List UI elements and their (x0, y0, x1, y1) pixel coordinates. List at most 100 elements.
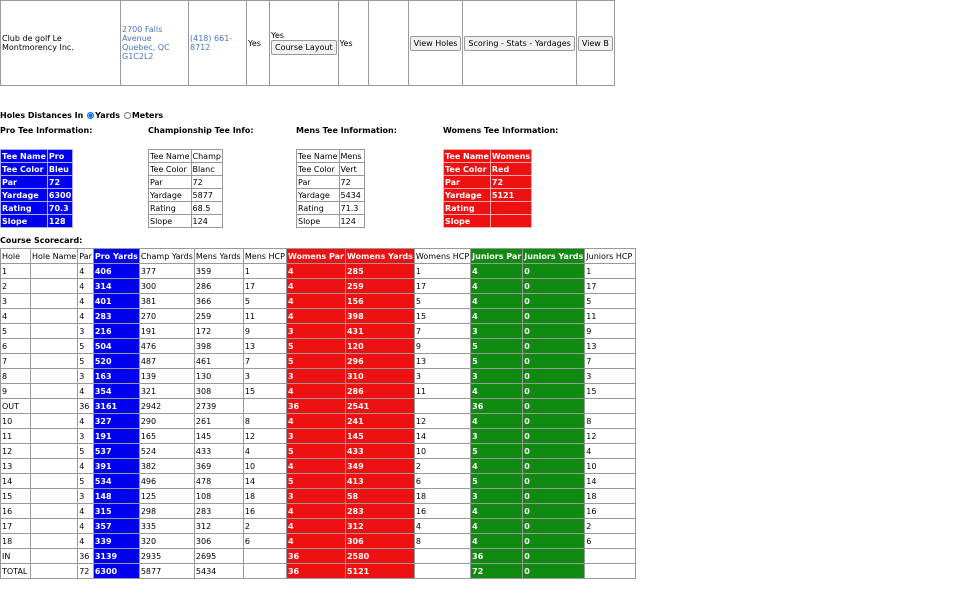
tee-row: Rating 70.3 (0, 201, 74, 215)
scorecard-cell: 2 (242, 518, 287, 534)
address-link[interactable]: 2700 Falls Avenue Quebec, QC G1C2L2 (122, 25, 170, 61)
scorecard-cell: 398 (344, 308, 415, 324)
scorecard-cell: 359 (193, 263, 244, 279)
scorecard-cell: 3 (77, 368, 94, 384)
tee-row: Par 72 (443, 175, 533, 189)
scorecard-cell: 36 (77, 548, 94, 564)
scorecard-cell: 14 (413, 428, 472, 444)
scorecard-cell: 36 (470, 548, 524, 564)
scorecard-header: Juniors Yards (522, 248, 586, 264)
scorecard-cell: 504 (92, 338, 140, 354)
scorecard-cell: 5 (77, 353, 94, 369)
scorecard-cell: 5 (470, 338, 524, 354)
yards-radio[interactable] (87, 112, 95, 119)
scorecard-cell (242, 563, 287, 579)
table-row: 3 4 401 381 366 5 4 156 5 4 0 5 (0, 293, 637, 309)
scorecard-cell: 312 (344, 518, 415, 534)
table-row: 7 5 520 487 461 7 5 296 13 5 0 7 (0, 353, 637, 369)
scorecard-cell: 0 (522, 413, 586, 429)
tee-field-label: Tee Color (443, 162, 491, 176)
scorecard-cell (29, 368, 79, 384)
scorecard-cell: 13 (413, 353, 472, 369)
scorecard-cell: 6 (584, 533, 637, 549)
scorecard-header: Hole Name (29, 248, 79, 264)
scorecard-cell: 478 (193, 473, 244, 489)
tee-field-label: Yardage (148, 188, 192, 202)
scorecard-cell: 125 (138, 488, 195, 504)
scorecard-cell: 4 (470, 518, 524, 534)
empty-cell (367, 0, 409, 86)
scorecard-cell: 431 (344, 323, 415, 339)
table-row: 11 3 191 165 145 12 3 145 14 3 0 12 (0, 428, 637, 444)
scorecard-cell (29, 458, 79, 474)
tee-field-value: 5434 (338, 188, 365, 202)
scorecard-cell (29, 413, 79, 429)
meters-radio[interactable] (123, 112, 131, 119)
scorecard-cell: 145 (193, 428, 244, 444)
scorecard-cell: 1 (413, 263, 472, 279)
scorecard-cell: 4 (285, 413, 346, 429)
tee-field-label: Tee Name (296, 149, 340, 163)
tee-field-label: Tee Color (296, 162, 340, 176)
scorecard-cell: 283 (344, 503, 415, 519)
scorecard-cell: 12 (0, 443, 31, 459)
tee-field-value: 124 (338, 214, 365, 228)
scorecard-cell: 0 (522, 428, 586, 444)
scorecard-cell: 3 (584, 368, 637, 384)
tee-field-label: Rating (296, 201, 340, 215)
scorecard-cell: 2942 (138, 398, 195, 414)
tee-row: Yardage 6300 (0, 188, 74, 202)
scorecard-cell: 286 (193, 278, 244, 294)
course-layout-button[interactable]: Course Layout (271, 40, 337, 55)
scorecard-cell: 14 (584, 473, 637, 489)
scorecard-cell: 308 (193, 383, 244, 399)
scorecard-cell: 5 (0, 323, 31, 339)
view-b-button[interactable]: View B (577, 35, 613, 51)
tee-field-value: Mens (338, 149, 365, 163)
scorecard-cell (29, 398, 79, 414)
scorecard-cell: 524 (138, 443, 195, 459)
tee-row: Tee Name Pro (0, 149, 74, 163)
scorecard-cell: 259 (344, 278, 415, 294)
scorecard-cell: 1 (0, 263, 31, 279)
scoring-cell: Scoring - Stats - Yardages (462, 0, 577, 86)
tee-field-label: Par (296, 175, 340, 189)
yes-cell-2: Yes (337, 0, 369, 86)
scorecard-cell: 0 (522, 383, 586, 399)
tee-row: Tee Name Mens (296, 149, 365, 163)
scorecard-cell: 72 (77, 563, 94, 579)
table-row: 10 4 327 290 261 8 4 241 12 4 0 8 (0, 413, 637, 429)
scorecard-cell: 0 (522, 308, 586, 324)
tee-row: Par 72 (296, 175, 365, 189)
scorecard-cell: 3 (285, 428, 346, 444)
scorecard-cell: 476 (138, 338, 195, 354)
view-holes-button[interactable]: View Holes (409, 35, 462, 51)
scoring-stats-yardages-button[interactable]: Scoring - Stats - Yardages (464, 35, 575, 51)
scorecard-cell: 11 (242, 308, 287, 324)
tee-row: Yardage 5121 (443, 188, 533, 202)
scorecard-cell: 382 (138, 458, 195, 474)
scorecard-cell: 5877 (138, 563, 195, 579)
table-row: OUT 36 3161 2942 2739 36 2541 36 0 (0, 398, 637, 414)
scorecard-cell: 5 (285, 443, 346, 459)
scorecard-header: Mens HCP (242, 248, 287, 264)
scorecard-cell: 0 (522, 518, 586, 534)
scorecard-cell: 3 (77, 488, 94, 504)
scorecard-cell: 9 (242, 323, 287, 339)
scorecard-cell (29, 503, 79, 519)
tee-field-label: Rating (148, 201, 192, 215)
scorecard-cell: 11 (0, 428, 31, 444)
scorecard-cell: 156 (344, 293, 415, 309)
scorecard-cell: 10 (242, 458, 287, 474)
phone-link[interactable]: (418) 661-8712 (190, 34, 232, 52)
tee-field-value: Red (489, 162, 533, 176)
scorecard-cell: 3 (285, 323, 346, 339)
course-name: Club de golf Le Montmorency Inc. (0, 0, 121, 86)
scorecard-cell: 2695 (193, 548, 244, 564)
scorecard-cell: 406 (92, 263, 140, 279)
scorecard-cell: 15 (0, 488, 31, 504)
scorecard-cell (29, 563, 79, 579)
tee-field-label: Tee Color (148, 162, 192, 176)
scorecard-cell: 314 (92, 278, 140, 294)
layout-cell: Yes Course Layout (269, 0, 339, 86)
